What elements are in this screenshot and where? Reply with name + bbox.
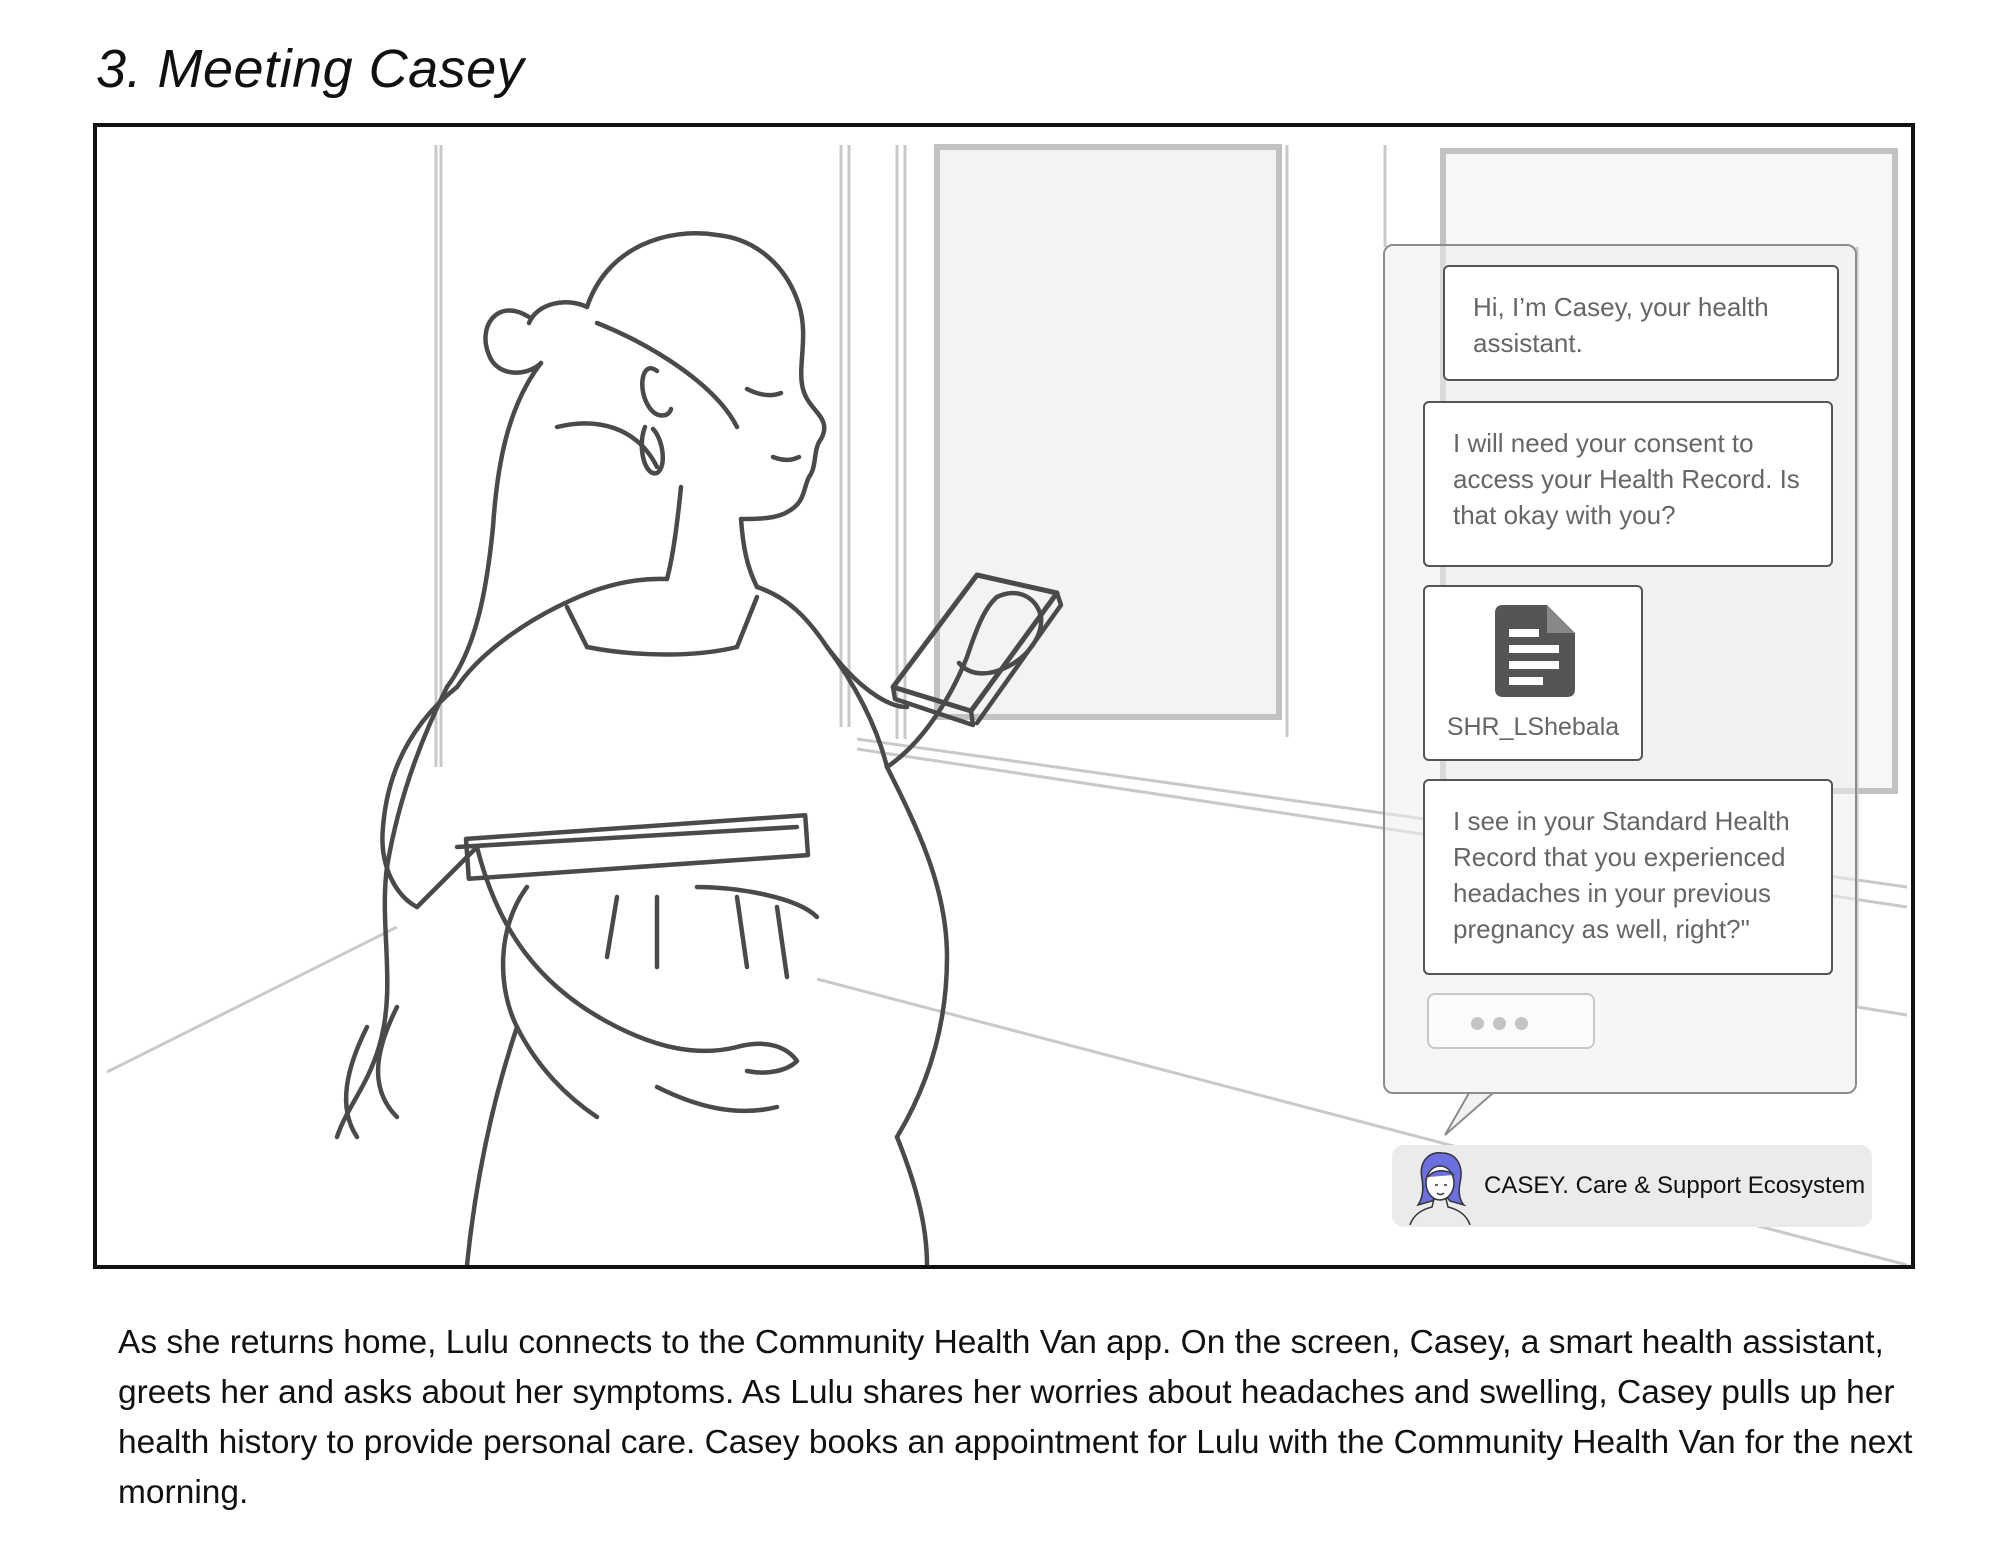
story-caption: As she returns home, Lulu connects to th… — [118, 1324, 1913, 1511]
typing-dot — [1471, 1017, 1484, 1030]
attachment-file-name: SHR_LShebala — [1446, 713, 1620, 741]
health-record-attachment[interactable]: SHR_LShebala — [1423, 585, 1643, 761]
page-title: 3. Meeting Casey — [96, 39, 525, 99]
storyboard-panel: Hi, I’m Casey, your health assistant. I … — [93, 123, 1915, 1269]
document-icon — [1495, 605, 1575, 697]
chat-message-consent-request: I will need your consent to access your … — [1423, 401, 1833, 567]
typing-dot — [1515, 1017, 1528, 1030]
casey-badge: CASEY. Care & Support Ecosystem — [1392, 1145, 1872, 1227]
chat-message-greeting: Hi, I’m Casey, your health assistant. — [1443, 265, 1839, 381]
chat-message-health-history: I see in your Standard Health Record tha… — [1423, 779, 1833, 975]
typing-dots-icon — [1427, 993, 1595, 1049]
casey-avatar-icon — [1409, 1151, 1471, 1225]
typing-dot — [1493, 1017, 1506, 1030]
casey-badge-label: CASEY. Care & Support Ecosystem — [1484, 1172, 1866, 1199]
